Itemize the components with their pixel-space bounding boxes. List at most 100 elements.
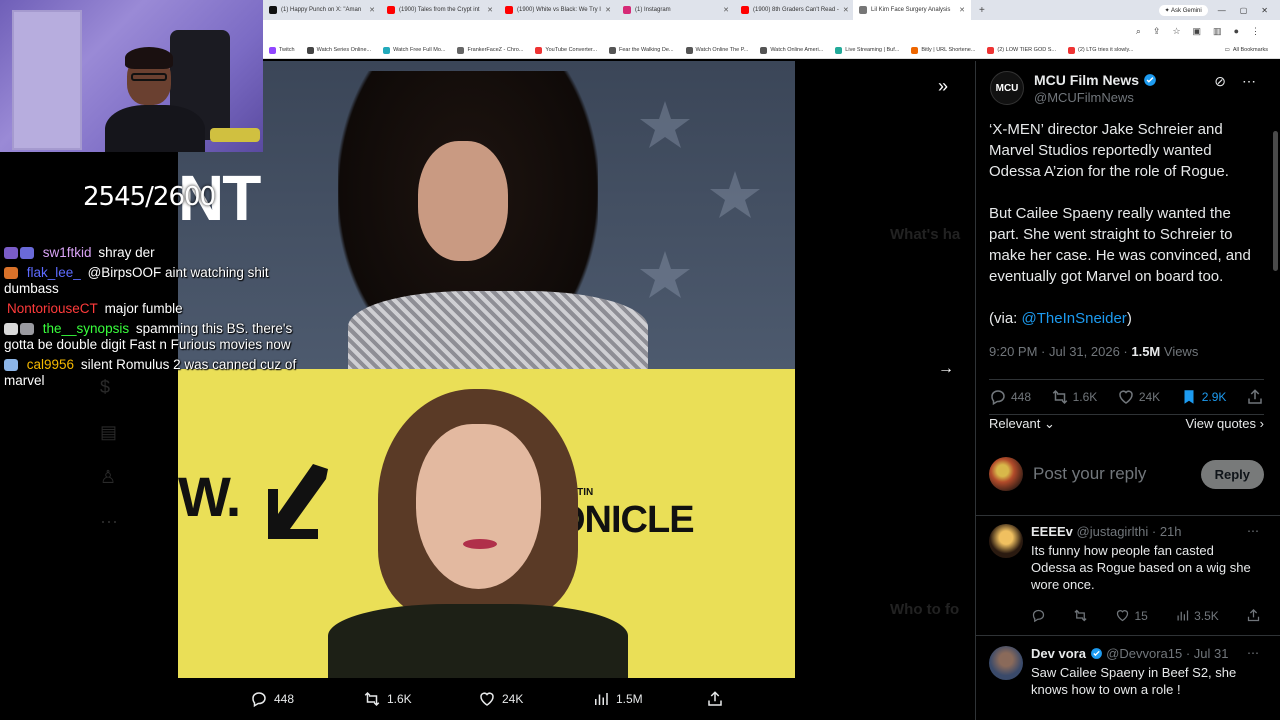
bookmark-item[interactable]: Watch Online Ameri... (754, 46, 829, 54)
author-name[interactable]: MCU Film News (1034, 72, 1139, 88)
close-icon[interactable]: ✕ (605, 6, 611, 14)
reply-item[interactable]: EEEEv @justagirlthi · 21h ⋯ Its funny ho… (989, 524, 1269, 634)
nav-profile-icon[interactable]: ♙ (100, 467, 116, 488)
browser-tab[interactable]: (1900) 8th Graders Can't Read - ✕ (735, 0, 853, 20)
tweet-text: ‘X-MEN’ director Jake Schreier and Marve… (989, 119, 1264, 350)
bookmark-item[interactable]: Fear the Walking De... (603, 46, 680, 54)
new-tab-button[interactable]: + (971, 5, 993, 16)
reply-author-handle[interactable]: @Devvora15 · Jul 31 (1106, 646, 1228, 661)
scrollbar[interactable] (1273, 131, 1278, 271)
collapse-panel-icon[interactable]: » (938, 76, 948, 97)
reply-views-button[interactable]: 3.5K (1175, 608, 1219, 623)
ask-gemini-button[interactable]: ✦ Ask Gemini (1158, 4, 1208, 16)
more-options-icon[interactable]: ⋯ (1242, 73, 1256, 90)
share-button[interactable] (1246, 388, 1264, 406)
close-window-icon[interactable]: ✕ (1261, 6, 1268, 15)
profile-icon[interactable]: ● (1234, 26, 1239, 37)
bookmark-item[interactable]: Watch Free Full Mo... (377, 46, 451, 54)
bookmark-item[interactable]: Live Streaming | Buf... (829, 46, 905, 54)
chat-username: cal9956 (26, 357, 75, 372)
close-icon[interactable]: ✕ (487, 6, 493, 14)
bookmark-item[interactable]: Watch Series Online... (301, 46, 378, 54)
chat-username: flak_lee_ (26, 265, 81, 280)
browser-tab-active[interactable]: Lil Kim Face Surgery Analysis ✕ (853, 0, 971, 20)
reply-button[interactable]: 448 (989, 388, 1031, 406)
reply-share-button[interactable] (1246, 608, 1261, 623)
media-views-button[interactable]: 1.5M (592, 690, 643, 708)
media-like-button[interactable]: 24K (478, 690, 523, 708)
browser-tab[interactable]: (1900) Tales from the Crypt int ✕ (381, 0, 499, 20)
bookmark-favicon (306, 46, 314, 54)
streamer (105, 45, 215, 152)
bookmark-favicon (457, 46, 465, 54)
sidepanel-icon[interactable]: ▥ (1213, 26, 1222, 37)
dimmed-heading: What's ha (890, 226, 961, 243)
next-arrow-icon[interactable]: → (938, 360, 954, 378)
bookmark-item[interactable]: (2) LTG tries it slowly... (1062, 46, 1139, 54)
badge-icon (4, 359, 18, 371)
maximize-icon[interactable]: ▢ (1240, 6, 1248, 15)
tab-label: (1) Instagram (635, 7, 671, 13)
address-bar[interactable]: ⌕ ⇪ ☆ ▣ ▥ ● ⋮ (263, 20, 1280, 42)
bookmark-label: YouTube Converter... (545, 47, 597, 53)
browser-tab[interactable]: (1) Happy Punch on X: "Aman ✕ (263, 0, 381, 20)
via-link[interactable]: @TheInSneider (1022, 310, 1127, 327)
bookmark-item[interactable]: Watch Online The P... (680, 46, 755, 54)
menu-icon[interactable]: ⋮ (1251, 26, 1260, 37)
zoom-icon[interactable]: ⌕ (1136, 26, 1141, 37)
bookmark-label: Watch Online Ameri... (770, 47, 824, 53)
bookmark-item[interactable]: (2) LOW TIER GOD S... (981, 46, 1062, 54)
tab-favicon (859, 6, 867, 14)
author-avatar[interactable]: MCU (990, 71, 1024, 105)
reply-reply-button[interactable] (1031, 608, 1046, 623)
more-options-icon[interactable]: ⋯ (1247, 646, 1259, 660)
share-icon[interactable]: ⇪ (1153, 26, 1161, 37)
all-bookmarks[interactable]: ▭ All Bookmarks (1219, 47, 1274, 53)
nav-more-icon[interactable]: ⋯ (100, 512, 118, 533)
browser-tab[interactable]: (1) Instagram ✕ (617, 0, 735, 20)
grok-icon[interactable]: ⊘ (1214, 73, 1226, 90)
tweet-author[interactable]: MCU MCU Film News @MCUFilmNews (990, 71, 1157, 105)
sort-dropdown[interactable]: Relevant ⌄ (989, 416, 1055, 432)
view-quotes-link[interactable]: View quotes › (1185, 416, 1264, 432)
tweet-timestamp[interactable]: 9:20 PM · Jul 31, 2026 · (989, 344, 1131, 359)
like-button[interactable]: 24K (1117, 388, 1160, 406)
extensions-icon[interactable]: ▣ (1193, 26, 1202, 37)
reply-repost-button[interactable] (1073, 608, 1088, 623)
reply-input[interactable]: Post your reply (1033, 464, 1146, 484)
reply-author-name[interactable]: Dev vora (1031, 646, 1086, 661)
reply-icon (252, 692, 266, 708)
author-handle[interactable]: @MCUFilmNews (1034, 90, 1157, 105)
bookmark-item[interactable]: Bitly | URL Shortene... (905, 46, 981, 54)
reply-avatar[interactable] (989, 524, 1023, 558)
badge-icon (4, 267, 18, 279)
more-options-icon[interactable]: ⋯ (1247, 524, 1259, 538)
browser-tab[interactable]: (1900) White vs Black: We Try I ✕ (499, 0, 617, 20)
reply-submit-button[interactable]: Reply (1200, 459, 1264, 489)
chat-username: NontoriouseCT (7, 301, 98, 316)
bookmark-item[interactable]: Twitch (263, 46, 301, 54)
reply-avatar[interactable] (989, 646, 1023, 680)
bookmark-favicon (269, 46, 276, 54)
bookmark-favicon (685, 46, 693, 54)
close-icon[interactable]: ✕ (369, 6, 375, 14)
media-share-button[interactable] (706, 690, 724, 708)
reply-item[interactable]: Dev vora @Devvora15 · Jul 31 ⋯ Saw Caile… (989, 646, 1269, 720)
close-icon[interactable]: ✕ (959, 6, 965, 14)
bookmark-button[interactable]: 2.9K (1180, 388, 1226, 406)
media-repost-button[interactable]: 1.6K (363, 690, 412, 708)
reply-author-handle[interactable]: @justagirlthi · 21h (1077, 524, 1182, 539)
star-icon[interactable]: ☆ (1172, 26, 1180, 37)
nav-articles-icon[interactable]: ▤ (100, 422, 117, 443)
media-reply-button[interactable]: 448 (250, 690, 294, 708)
minimize-icon[interactable]: — (1218, 6, 1226, 15)
bookmark-item[interactable]: FrankerFaceZ - Chro... (451, 46, 529, 54)
reply-author-name[interactable]: EEEEv (1031, 524, 1073, 539)
close-icon[interactable]: ✕ (723, 6, 729, 14)
reply-like-button[interactable]: 15 (1115, 608, 1148, 623)
my-avatar[interactable] (989, 457, 1023, 491)
reply-text: Saw Cailee Spaeny in Beef S2, she knows … (1031, 665, 1237, 697)
repost-button[interactable]: 1.6K (1051, 388, 1097, 406)
close-icon[interactable]: ✕ (843, 6, 849, 14)
bookmark-item[interactable]: YouTube Converter... (529, 46, 603, 54)
